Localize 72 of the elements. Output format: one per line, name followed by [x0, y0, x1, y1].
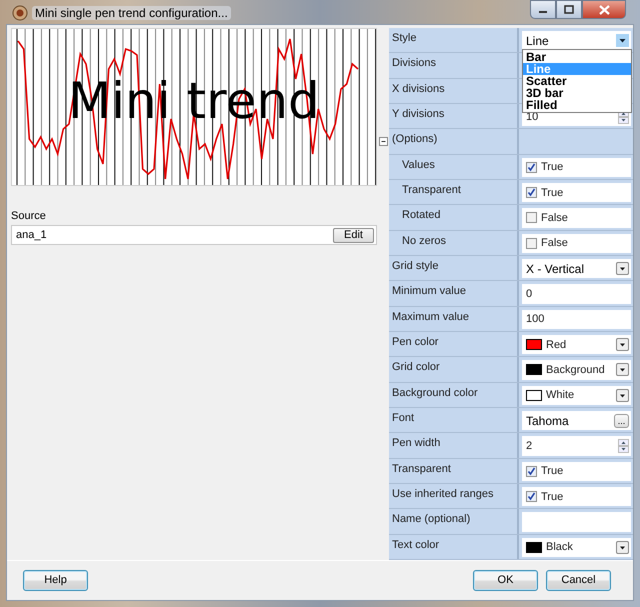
property-label: No zeros	[389, 230, 519, 255]
property-label: X divisions	[389, 78, 519, 103]
color-swatch	[526, 339, 542, 350]
browse-button[interactable]: ...	[614, 414, 629, 428]
checkbox[interactable]	[526, 212, 537, 224]
property-label: Background color	[389, 382, 519, 407]
property-label: Maximum value	[389, 306, 519, 331]
color-dropdown[interactable]: Background	[519, 357, 633, 382]
property-label: Grid style	[389, 256, 519, 280]
checkbox[interactable]	[526, 162, 537, 173]
color-dropdown[interactable]: White	[519, 382, 633, 407]
property-label: (Options)	[389, 129, 519, 154]
window-title: Mini single pen trend configuration...	[32, 6, 231, 20]
property-value: True	[541, 161, 564, 174]
property-field[interactable]: 0	[522, 284, 631, 304]
dropdown-option[interactable]: Scatter	[523, 75, 631, 87]
dialog-button[interactable]: OK	[473, 570, 538, 590]
property-label: Text color	[389, 534, 519, 559]
property-value: Tahoma	[526, 414, 570, 428]
color-swatch	[526, 364, 542, 376]
property-label: Use inherited ranges	[389, 484, 519, 508]
property-value: False	[541, 237, 569, 250]
property-label: Style	[389, 28, 519, 52]
dropdown-button[interactable]	[616, 34, 629, 48]
dialog-button[interactable]: Cancel	[546, 570, 611, 590]
property-label: Transparent	[389, 458, 519, 483]
maximize-icon	[564, 5, 574, 14]
spin-arrows-icon[interactable]	[618, 438, 629, 453]
edit-button[interactable]: Edit	[333, 228, 374, 242]
checkbox[interactable]	[526, 491, 537, 502]
property-label: Minimum value	[389, 281, 519, 306]
property-label: Values	[389, 154, 519, 179]
property-label: Pen width	[389, 433, 519, 458]
property-value: True	[541, 490, 564, 503]
color-dropdown[interactable]: Red	[519, 332, 633, 356]
property-label: Divisions	[389, 53, 519, 78]
checkbox[interactable]	[526, 238, 537, 249]
property-value: False	[541, 212, 569, 224]
collapse-icon[interactable]	[378, 136, 388, 146]
color-swatch	[526, 390, 542, 401]
property-label: Grid color	[389, 357, 519, 382]
checkbox[interactable]	[526, 466, 537, 477]
property-label: Name (optional)	[389, 509, 519, 534]
property-label: Font	[389, 408, 519, 432]
property-label: Y divisions	[389, 104, 519, 128]
property-dropdown[interactable]: X - Vertical	[519, 256, 633, 280]
checkbox[interactable]	[526, 187, 537, 198]
dropdown-option[interactable]: Bar	[523, 51, 631, 63]
property-value: True	[541, 465, 564, 478]
minimize-button[interactable]	[530, 0, 556, 19]
dropdown-button[interactable]	[616, 262, 629, 276]
close-icon	[598, 4, 610, 14]
property-field[interactable]	[522, 512, 631, 532]
property-label: Transparent	[389, 180, 519, 204]
dropdown-button[interactable]	[616, 338, 629, 352]
property-label: Pen color	[389, 332, 519, 356]
dialog-button[interactable]: Help	[23, 570, 88, 590]
app-icon	[12, 5, 28, 21]
color-swatch	[526, 542, 542, 553]
maximize-button[interactable]	[556, 0, 582, 19]
property-value: True	[541, 186, 564, 199]
property-label: Rotated	[389, 205, 519, 230]
dropdown-button[interactable]	[616, 363, 629, 376]
dropdown-button[interactable]	[616, 540, 629, 554]
spin-field[interactable]: 2	[522, 436, 631, 456]
color-dropdown[interactable]: Black	[519, 534, 633, 559]
dropdown-option[interactable]: 3D bar	[523, 87, 631, 99]
source-field[interactable]: ana_1 Edit	[11, 225, 377, 245]
dropdown-button[interactable]	[616, 388, 629, 402]
close-button[interactable]	[582, 0, 626, 19]
property-field[interactable]: 100	[522, 310, 631, 329]
source-label: Source	[11, 210, 47, 222]
